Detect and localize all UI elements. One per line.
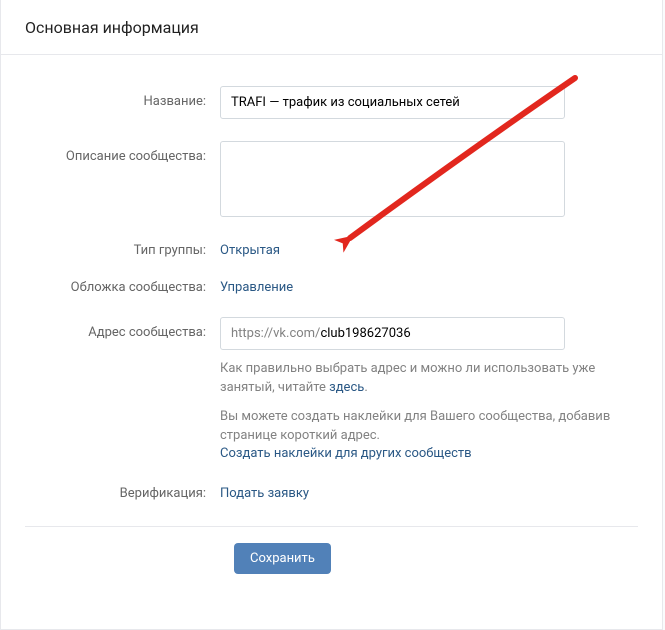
hint-text-post: .	[364, 380, 367, 395]
cover-manage-link[interactable]: Управление	[220, 280, 293, 295]
address-url-prefix: https://vk.com/	[231, 326, 320, 341]
page-title: Основная информация	[1, 0, 662, 55]
address-url-slug: club198627036	[320, 326, 410, 341]
row-name: Название:	[25, 75, 638, 130]
row-verification: Верификация: Подать заявку	[25, 475, 638, 512]
hint-text: Как правильно выбрать адрес и можно ли и…	[220, 361, 595, 395]
label-verification: Верификация:	[25, 486, 220, 501]
button-row: Сохранить	[220, 527, 638, 590]
label-address: Адрес сообщества:	[25, 317, 220, 340]
address-hint-rules: Как правильно выбрать адрес и можно ли и…	[220, 360, 620, 398]
group-type-link[interactable]: Открытая	[220, 243, 280, 258]
address-input[interactable]: https://vk.com/club198627036	[220, 317, 565, 350]
name-input[interactable]	[220, 86, 565, 119]
settings-form: Название: Описание сообщества: Тип групп…	[1, 55, 662, 590]
row-cover: Обложка сообщества: Управление	[25, 269, 638, 306]
verification-apply-link[interactable]: Подать заявку	[220, 486, 309, 501]
create-stickers-link[interactable]: Создать наклейки для других сообществ	[220, 446, 472, 461]
settings-panel: Основная информация Название: Описание с…	[0, 0, 663, 630]
row-group-type: Тип группы: Открытая	[25, 232, 638, 269]
row-description: Описание сообщества:	[25, 130, 638, 232]
save-button[interactable]: Сохранить	[234, 543, 331, 574]
label-name: Название:	[25, 86, 220, 109]
label-description: Описание сообщества:	[25, 141, 220, 164]
description-textarea[interactable]	[220, 141, 565, 217]
hint-stickers-text: Вы можете создать наклейки для Вашего со…	[220, 409, 610, 443]
address-hint-stickers: Вы можете создать наклейки для Вашего со…	[220, 408, 620, 465]
row-address: Адрес сообщества: https://vk.com/club198…	[25, 306, 638, 475]
label-group-type: Тип группы:	[25, 243, 220, 258]
label-cover: Обложка сообщества:	[25, 280, 220, 295]
rules-here-link[interactable]: здесь	[329, 380, 364, 395]
